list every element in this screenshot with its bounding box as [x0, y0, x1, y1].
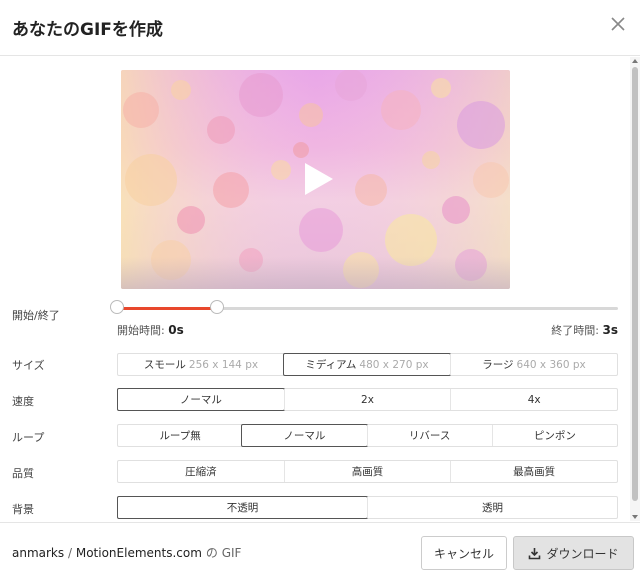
close-icon[interactable] — [606, 12, 630, 36]
credit-suffix: の GIF — [205, 546, 242, 560]
speed-selector: ノーマル 2x 4x — [117, 388, 618, 411]
loop-label: ループ — [12, 431, 45, 444]
speed-option-2x[interactable]: 2x — [283, 389, 451, 410]
loop-option-reverse[interactable]: リバース — [366, 425, 492, 446]
size-selector: スモール 256 x 144 px ミディアム 480 x 270 px ラージ 64… — [117, 353, 618, 376]
quality-option-compressed[interactable]: 圧縮済 — [118, 461, 284, 482]
end-time-value: 3s — [602, 323, 619, 337]
size-option-small[interactable]: スモール 256 x 144 px — [118, 354, 284, 375]
trim-start-handle[interactable] — [110, 300, 124, 314]
scroll-down-arrow-icon[interactable] — [632, 515, 638, 519]
download-label: ダウンロード — [546, 546, 619, 561]
scroll-up-arrow-icon[interactable] — [632, 59, 638, 63]
size-dims: 480 x 270 px — [359, 358, 429, 371]
trim-end-handle[interactable] — [210, 300, 225, 314]
credit-separator: / — [67, 546, 73, 560]
quality-label: 品質 — [12, 467, 34, 480]
dialog-footer: anmarks / MotionElements.com の GIF キャンセル … — [0, 522, 640, 579]
dialog-title: あなたのGIFを作成 — [12, 20, 163, 40]
trim-label: 開始/終了 — [12, 309, 60, 322]
credit-line: anmarks / MotionElements.com の GIF — [12, 544, 241, 561]
dialog-header: あなたのGIFを作成 — [0, 0, 640, 56]
loop-option-none[interactable]: ループ無 — [118, 425, 242, 446]
speed-option-4x[interactable]: 4x — [450, 389, 617, 410]
size-dims: 256 x 144 px — [188, 358, 259, 371]
quality-selector: 圧縮済 高画質 最高画質 — [117, 460, 618, 483]
size-name: スモール — [143, 359, 186, 371]
download-icon — [529, 547, 541, 559]
loop-option-pingpong[interactable]: ピンポン — [491, 425, 617, 446]
size-name: ミディアム — [305, 359, 357, 371]
end-time: 終了時間: 3s — [551, 322, 618, 338]
size-label: サイズ — [12, 359, 45, 372]
trim-range-fill — [117, 307, 218, 310]
size-name: ラージ — [482, 359, 514, 371]
video-bottom-fade — [121, 257, 510, 289]
background-option-transparent[interactable]: 透明 — [367, 497, 617, 518]
start-time-value: 0s — [168, 323, 184, 337]
scroll-thumb[interactable] — [632, 67, 638, 501]
download-button[interactable]: ダウンロード — [513, 536, 634, 570]
loop-option-normal[interactable]: ノーマル — [241, 424, 368, 447]
cancel-button[interactable]: キャンセル — [421, 536, 507, 570]
speed-label: 速度 — [12, 395, 34, 408]
scrollbar[interactable] — [630, 57, 640, 521]
size-option-large[interactable]: ラージ 640 x 360 px — [450, 354, 617, 375]
quality-option-high[interactable]: 高画質 — [283, 461, 451, 482]
background-option-opaque[interactable]: 不透明 — [117, 496, 368, 519]
background-label: 背景 — [12, 503, 34, 516]
site-link[interactable]: MotionElements.com — [76, 546, 202, 560]
background-selector: 不透明 透明 — [117, 496, 618, 519]
trim-track[interactable] — [117, 307, 618, 310]
start-time: 開始時間: 0s — [117, 322, 184, 338]
play-icon[interactable] — [297, 159, 337, 199]
quality-option-highest[interactable]: 最高画質 — [450, 461, 617, 482]
dialog-body: 開始/終了 開始時間: 0s 終了時間: 3s サイズ スモール 256 x 14… — [0, 57, 640, 521]
end-time-label: 終了時間: — [551, 324, 599, 337]
video-preview[interactable] — [121, 70, 510, 289]
speed-option-normal[interactable]: ノーマル — [117, 388, 285, 411]
author-link[interactable]: anmarks — [12, 546, 64, 560]
loop-selector: ループ無 ノーマル リバース ピンポン — [117, 424, 618, 447]
size-option-medium[interactable]: ミディアム 480 x 270 px — [283, 353, 451, 376]
size-dims: 640 x 360 px — [516, 358, 586, 371]
start-time-label: 開始時間: — [117, 324, 165, 337]
